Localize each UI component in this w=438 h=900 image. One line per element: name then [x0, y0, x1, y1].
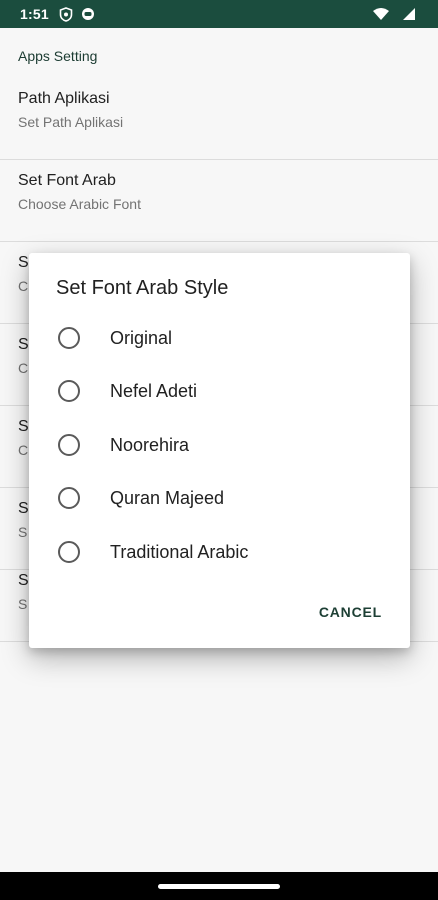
pref-set-font-arab[interactable]: Set Font Arab Choose Arabic Font	[0, 160, 438, 242]
option-label: Quran Majeed	[110, 487, 225, 508]
option-label: Noorehira	[110, 434, 190, 455]
pref-summary: C	[18, 360, 29, 376]
dialog-title: Set Font Arab Style	[56, 277, 229, 299]
pref-path-aplikasi[interactable]: Path Aplikasi Set Path Aplikasi	[0, 78, 438, 160]
pref-summary: C	[18, 442, 29, 458]
face-icon	[81, 7, 95, 21]
cancel-button[interactable]: CANCEL	[309, 598, 392, 626]
font-style-dialog: Set Font Arab Style Original Nefel Adeti…	[29, 253, 410, 648]
radio-button[interactable]	[58, 380, 80, 402]
home-handle[interactable]	[158, 884, 280, 889]
shield-icon	[59, 6, 73, 22]
option-quran-majeed[interactable]: Quran Majeed	[29, 472, 410, 524]
radio-button[interactable]	[58, 487, 80, 509]
option-traditional-arabic[interactable]: Traditional Arabic	[29, 526, 410, 578]
option-label: Original	[110, 327, 173, 348]
option-nefel-adeti[interactable]: Nefel Adeti	[29, 365, 410, 417]
pref-title: Set Font Arab	[18, 172, 116, 189]
pref-summary: Choose Arabic Font	[18, 196, 141, 212]
section-header: Apps Setting	[18, 48, 98, 64]
wifi-icon	[372, 7, 390, 21]
pref-title: S	[18, 500, 29, 517]
pref-title: S	[18, 254, 29, 271]
pref-title: S	[18, 418, 29, 435]
pref-summary: S	[18, 596, 28, 612]
navigation-bar	[0, 872, 438, 900]
radio-button[interactable]	[58, 541, 80, 563]
option-noorehira[interactable]: Noorehira	[29, 419, 410, 471]
pref-title: S	[18, 572, 29, 589]
pref-summary: S	[18, 524, 28, 540]
pref-summary: C	[18, 278, 29, 294]
status-time: 1:51	[20, 6, 49, 22]
radio-button[interactable]	[58, 327, 80, 349]
option-original[interactable]: Original	[29, 312, 410, 364]
pref-summary: Set Path Aplikasi	[18, 114, 124, 130]
pref-title: S	[18, 336, 29, 353]
signal-icon	[402, 7, 416, 21]
status-bar: 1:51	[0, 0, 438, 28]
pref-title: Path Aplikasi	[18, 90, 110, 107]
option-label: Nefel Adeti	[110, 380, 198, 401]
radio-button[interactable]	[58, 434, 80, 456]
option-label: Traditional Arabic	[110, 541, 249, 562]
